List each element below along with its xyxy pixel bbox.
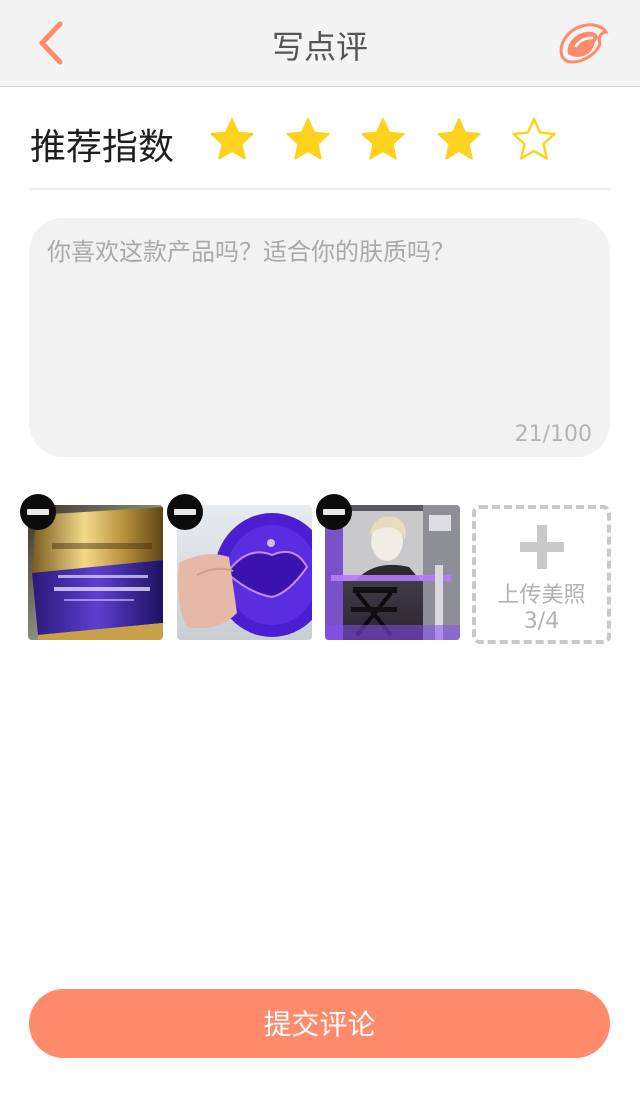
upload-photo-button[interactable]: 上传美照 3/4	[472, 505, 611, 644]
remove-photo-button[interactable]	[20, 494, 56, 530]
upload-count: 3/4	[523, 609, 560, 634]
character-counter: 21/100	[514, 422, 592, 447]
review-textarea[interactable]	[47, 232, 592, 412]
photo-strip: 上传美照 3/4	[0, 494, 640, 644]
star-filled-icon[interactable]	[208, 116, 256, 164]
remove-photo-button[interactable]	[167, 494, 203, 530]
review-box: 21/100	[29, 218, 610, 457]
page-title: 写点评	[271, 28, 368, 66]
star-filled-icon[interactable]	[284, 116, 332, 164]
brand-logo-button[interactable]	[554, 18, 610, 68]
photo-thumbnail-cushion-compact[interactable]	[177, 505, 312, 640]
rating-row: 推荐指数	[30, 104, 610, 190]
star-empty-icon[interactable]	[510, 116, 558, 164]
plus-icon	[520, 525, 564, 569]
cushion-compact-image	[177, 505, 312, 640]
navigation-bar: 写点评	[0, 0, 640, 87]
rating-label: 推荐指数	[30, 127, 175, 168]
star-filled-icon[interactable]	[359, 116, 407, 164]
remove-photo-button[interactable]	[316, 494, 352, 530]
submit-review-button[interactable]: 提交评论	[29, 989, 610, 1058]
brand-logo-icon	[559, 23, 609, 64]
star-filled-icon[interactable]	[435, 116, 483, 164]
upload-label: 上传美照	[497, 583, 586, 608]
